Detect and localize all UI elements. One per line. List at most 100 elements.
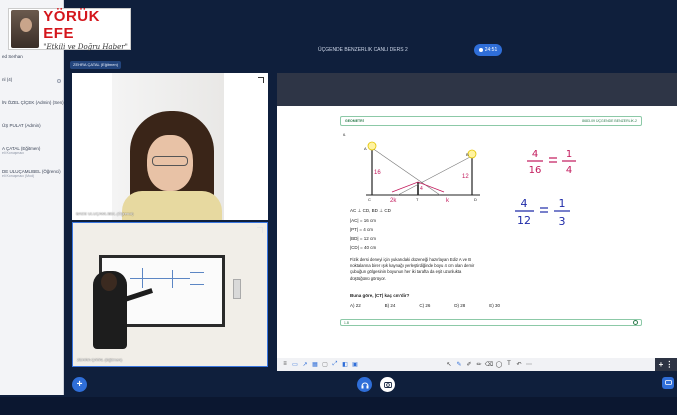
eq1-right-den: 4 [566, 165, 572, 176]
fig-label-16: 16 [374, 170, 381, 176]
pen-icon[interactable]: ✎ [455, 360, 463, 368]
given-item: AC ⊥ CD, BD ⊥ CD [350, 208, 391, 213]
whiteboard-margin [277, 73, 677, 106]
page-icon[interactable]: ▢ [321, 360, 329, 368]
participant-role: eli Konuşmacı [2, 151, 24, 155]
share-icon[interactable]: ⤢ [331, 360, 339, 368]
option-c: C) 26 [419, 303, 431, 308]
record-icon [478, 48, 483, 52]
expand-icon[interactable] [257, 227, 263, 233]
menu-icon[interactable]: ≡ [281, 360, 289, 368]
given-item: |PT| = 4 cm [350, 227, 373, 232]
fig-label-2k: 2k [390, 198, 397, 202]
sheet-topic: 8683-09 ÜÇGENDE BENZERLİK-2 [582, 119, 637, 123]
participant-item[interactable]: ÜŞ PULAT (Admin) [0, 123, 64, 137]
screen-icon[interactable]: ▭ [291, 360, 299, 368]
eq1-right-num: 1 [566, 149, 572, 160]
answer-prefix: 1-B [344, 321, 349, 325]
question-paragraph: Fizik dersi deneyi için yukarıdaki düzen… [350, 257, 475, 281]
chat-icon [664, 380, 672, 385]
whiteboard-toolbar: ≡ ▭ ↗ ▦ ▢ ⤢ ◧ ▣ ↖ ✎ ✐ ✏ ⌫ ◯ T ↶ ⋯ [277, 358, 677, 371]
recording-timer[interactable]: 24:51 [474, 44, 502, 56]
eq2-left-num: 4 [521, 197, 528, 210]
wall-outlet [233, 279, 241, 299]
video-tile-student[interactable]: BADE ULUÇAMLIBEL (Öğrenci) [72, 73, 268, 220]
participant-name: İN ÖZEL ÇİÇEK (Admin) (Sen) [2, 100, 64, 105]
add-button[interactable]: + [72, 377, 87, 392]
grid-icon[interactable]: ▦ [311, 360, 319, 368]
video-tile-teacher[interactable]: ZEHRA ÇATAL (Eğitmen) [72, 222, 268, 367]
toolbar-left-group: ≡ ▭ ↗ ▦ ▢ ⤢ ◧ ▣ [281, 360, 359, 369]
given-item: |AC| = 16 cm [350, 218, 376, 223]
geometry-figure: A B C D T 16 12 4 2k k [364, 141, 480, 202]
given-item: |BD| = 12 cm [350, 236, 376, 241]
undo-icon[interactable]: ↶ [515, 360, 523, 368]
option-b: B) 24 [384, 303, 396, 308]
camera-button[interactable] [380, 377, 395, 392]
text-icon[interactable]: T [505, 360, 513, 368]
participant-name: ÜŞ PULAT (Admin) [2, 123, 41, 128]
participant-item[interactable]: A ÇATAL (Eğitmen) eli Konuşmacı [0, 146, 64, 160]
expand-icon[interactable] [258, 77, 264, 83]
logo-name: YÖRÜK EFE [43, 7, 100, 42]
eq2-right-den: 3 [559, 215, 566, 228]
point-label-t: T [416, 197, 419, 202]
bottom-bar: + [64, 372, 677, 397]
tile-name-label: BADE ULUÇAMLIBEL (Öğrenci) [76, 211, 134, 216]
handwritten-equation-2: 4 12 1 3 [515, 197, 570, 228]
shapes-icon[interactable]: ◯ [495, 360, 503, 368]
student-shirt [122, 191, 222, 220]
drag-handle-icon[interactable]: ⋮ [665, 360, 673, 369]
eq2-left-den: 12 [517, 214, 531, 227]
student-glasses [152, 156, 188, 166]
participant-item[interactable]: nl (4) [0, 77, 64, 91]
logo: YÖRÜK EFE "Etkili ve Doğru Haber" [8, 8, 131, 51]
participant-list: ed Serhan nl (4) İN ÖZEL ÇİÇEK (Admin) (… [0, 54, 64, 192]
participant-item[interactable]: ed Serhan [0, 54, 64, 68]
sheet-header: GEOMETRİ 8683-09 ÜÇGENDE BENZERLİK-2 [340, 116, 642, 126]
point-label-b: B [466, 152, 469, 157]
logo-tagline: "Etkili ve Doğru Haber" [43, 42, 128, 51]
zoom-in-icon[interactable]: + [659, 360, 664, 369]
cursor-icon[interactable]: ↖ [445, 360, 453, 368]
answer-options: A) 22 B) 24 C) 26 D) 28 E) 30 [350, 303, 500, 308]
active-speaker-badge: ZEHRA ÇATAL (Eğitmen) [70, 61, 122, 69]
top-bar: ÜÇGENDE BENZERLIK CANLI DERS 2 24:51 [64, 40, 677, 60]
given-item: |CD| = 40 cm [350, 245, 377, 250]
zoom-controls: + ⋮ [655, 358, 677, 371]
given-list: AC ⊥ CD, BD ⊥ CD |AC| = 16 cm |PT| = 4 c… [350, 208, 480, 254]
participant-item[interactable]: DE ULUÇAMLIBEL (Öğrenci) eli Konuşmacı (… [0, 169, 64, 183]
fig-label-4: 4 [420, 186, 423, 192]
settings-icon[interactable] [57, 79, 61, 83]
teacher-head [101, 273, 117, 291]
more-icon[interactable]: ⋯ [525, 360, 533, 368]
camera-icon [383, 381, 392, 388]
handwritten-equation-1: 4 16 1 4 [527, 149, 576, 176]
highlighter-icon[interactable]: ✏ [475, 360, 483, 368]
participant-item[interactable]: İN ÖZEL ÇİÇEK (Admin) (Sen) [0, 100, 64, 114]
logo-portrait [11, 10, 40, 48]
tile-name-label: ZEHRA ÇATAL (Eğitmen) [77, 357, 123, 362]
eraser-icon[interactable]: ⌫ [485, 360, 493, 368]
sheet-subject: GEOMETRİ [345, 119, 364, 123]
participant-role: eli Konuşmacı (Mod) [2, 174, 35, 178]
image-icon[interactable]: ▣ [351, 360, 359, 368]
participants-panel: ed Serhan nl (4) İN ÖZEL ÇİÇEK (Admin) (… [0, 0, 64, 395]
whiteboard-area[interactable]: GEOMETRİ 8683-09 ÜÇGENDE BENZERLİK-2 6. … [277, 73, 677, 371]
answer-bar[interactable]: 1-B [340, 319, 642, 326]
footer-strip [0, 397, 677, 415]
session-title: ÜÇGENDE BENZERLIK CANLI DERS 2 [318, 47, 408, 53]
check-icon[interactable] [633, 320, 638, 325]
pointer-icon[interactable]: ↗ [301, 360, 309, 368]
marker-icon[interactable]: ✐ [465, 360, 473, 368]
question-number: 6. [343, 132, 347, 137]
microphone-button[interactable] [357, 377, 372, 392]
participant-name: nl (4) [2, 77, 13, 82]
layers-icon[interactable]: ◧ [341, 360, 349, 368]
question-prompt: Buna göre, |CT| kaç cm'dir? [350, 293, 410, 298]
fig-label-k: k [446, 198, 450, 202]
logo-brand: YÖRÜK EFE "Etkili ve Doğru Haber" [43, 8, 130, 51]
headphones-icon [361, 382, 368, 389]
question-sheet[interactable]: GEOMETRİ 8683-09 ÜÇGENDE BENZERLİK-2 6. … [277, 106, 677, 358]
chat-button[interactable] [662, 377, 674, 389]
